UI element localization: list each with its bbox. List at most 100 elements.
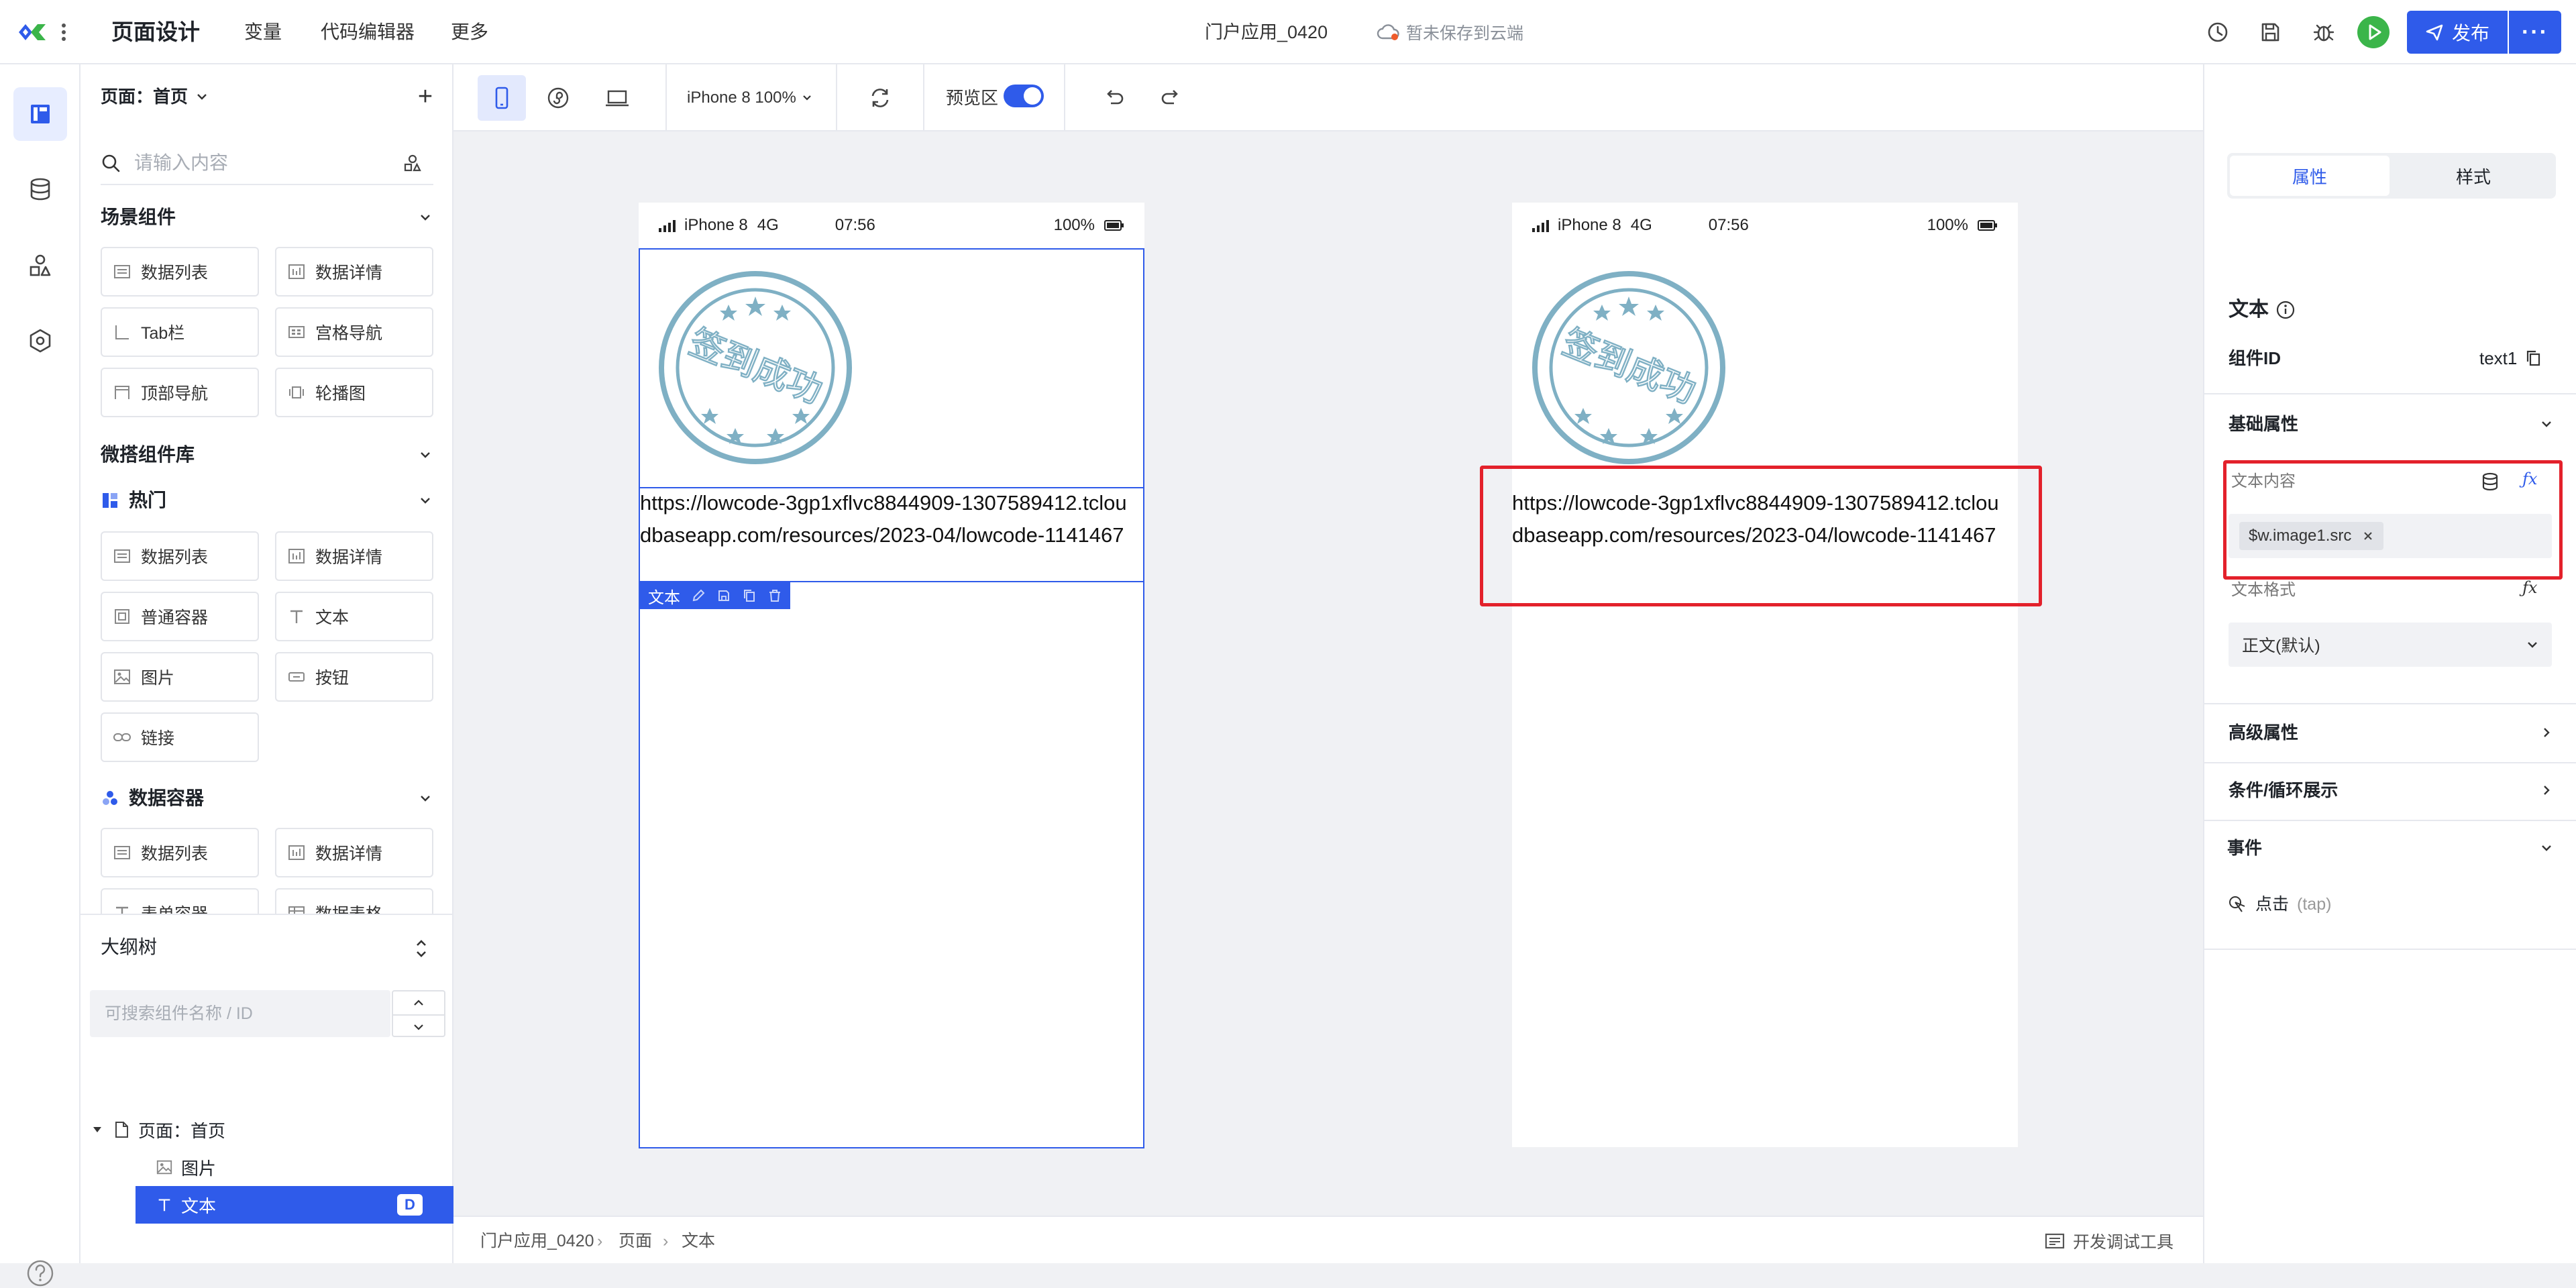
component-image[interactable]: 图片: [101, 652, 259, 702]
delete-icon[interactable]: [767, 588, 782, 603]
section-advanced-props[interactable]: 高级属性: [2229, 719, 2298, 746]
image-icon: [156, 1159, 173, 1176]
refresh-button[interactable]: [856, 75, 904, 121]
tab-styles[interactable]: 样式: [2394, 156, 2553, 196]
chevron-down-icon[interactable]: [412, 439, 439, 471]
redo-button[interactable]: [1147, 75, 1195, 121]
section-scene-components[interactable]: 场景组件: [101, 201, 176, 233]
component-label: 文本: [315, 608, 350, 627]
copy-icon[interactable]: [742, 588, 757, 603]
component-data-table[interactable]: 数据表格: [275, 888, 433, 914]
breadcrumb-app[interactable]: 门户应用_0420: [480, 1230, 594, 1252]
tree-node-image[interactable]: 图片: [136, 1148, 445, 1186]
fx-expression-icon[interactable]: ƒx: [2522, 578, 2549, 602]
component-button[interactable]: 按钮: [275, 652, 433, 702]
info-icon[interactable]: [2275, 300, 2296, 320]
component-data-list[interactable]: 数据列表: [101, 828, 259, 877]
menu-more[interactable]: 更多: [451, 19, 488, 46]
status-battery: 100%: [1927, 216, 1968, 234]
tab-properties[interactable]: 属性: [2230, 156, 2390, 196]
devtools-label: 开发调试工具: [2073, 1233, 2174, 1252]
component-data-detail[interactable]: 数据详情: [275, 828, 433, 877]
undo-button[interactable]: [1089, 75, 1138, 121]
component-type-icon[interactable]: [402, 153, 423, 173]
device-mobile-button[interactable]: [478, 75, 526, 121]
chevron-down-icon[interactable]: [2534, 835, 2559, 861]
toolbar-component-name: 文本: [648, 588, 680, 607]
component-link[interactable]: 链接: [101, 712, 259, 762]
rail-settings-button[interactable]: [13, 314, 67, 368]
rail-components-button[interactable]: [13, 87, 67, 141]
component-data-list[interactable]: 数据列表: [101, 531, 259, 581]
section-condition-loop[interactable]: 条件/循环展示: [2229, 777, 2338, 804]
breadcrumb-page[interactable]: 页面: [619, 1230, 652, 1252]
component-form-container[interactable]: 表单容器: [101, 888, 259, 914]
page-selector[interactable]: 页面：首页: [101, 82, 208, 111]
divider: [2204, 762, 2576, 763]
component-data-list[interactable]: 数据列表: [101, 247, 259, 297]
app-logo-icon[interactable]: [16, 19, 50, 46]
debug-bug-icon[interactable]: [2312, 20, 2336, 44]
device-zoom-select[interactable]: iPhone 8 100%: [687, 85, 812, 111]
save-icon[interactable]: [716, 588, 731, 603]
component-carousel[interactable]: 轮播图: [275, 368, 433, 417]
section-events[interactable]: 事件: [2227, 835, 2262, 861]
detail-icon: [287, 547, 306, 566]
component-text[interactable]: 文本: [275, 592, 433, 641]
chevron-up-icon[interactable]: [393, 991, 444, 1014]
section-weda-library[interactable]: 微搭组件库: [101, 439, 195, 471]
tree-node-badge: D: [397, 1194, 423, 1216]
menu-variables[interactable]: 变量: [244, 19, 282, 46]
section-popular[interactable]: 热门: [101, 484, 166, 517]
component-top-nav[interactable]: 顶部导航: [101, 368, 259, 417]
rail-database-button[interactable]: [13, 162, 67, 216]
chevron-down-icon[interactable]: [412, 201, 439, 233]
outline-search-input[interactable]: [103, 1003, 374, 1024]
component-data-detail[interactable]: 数据详情: [275, 247, 433, 297]
component-tab-bar[interactable]: Tab栏: [101, 307, 259, 357]
chevron-down-icon[interactable]: [412, 782, 439, 814]
component-id: text1: [2479, 345, 2542, 372]
edit-icon[interactable]: [691, 588, 706, 603]
section-data-containers[interactable]: 数据容器: [101, 782, 204, 814]
preview-toggle[interactable]: [1004, 85, 1044, 107]
text-icon: [287, 607, 306, 626]
copy-icon[interactable]: [2525, 349, 2542, 368]
chevron-right-icon[interactable]: [2534, 777, 2559, 804]
rail-assets-button[interactable]: [13, 239, 67, 292]
app-menu-icon[interactable]: [59, 19, 68, 46]
chevron-right-icon[interactable]: [2534, 719, 2559, 746]
property-panel: 属性 样式 文本 组件ID text1 基础属性 文本内容 ƒx $w.imag…: [2203, 64, 2576, 1263]
chevron-down-icon[interactable]: [2534, 411, 2559, 437]
breadcrumb-text[interactable]: 文本: [682, 1230, 715, 1252]
component-grid-nav[interactable]: 宫格导航: [275, 307, 433, 357]
component-data-detail[interactable]: 数据详情: [275, 531, 433, 581]
container-icon: [113, 607, 131, 626]
text-format-select[interactable]: 正文(默认): [2229, 623, 2552, 667]
device-desktop-button[interactable]: [593, 75, 641, 121]
event-tap[interactable]: 点击 (tap): [2227, 891, 2331, 918]
section-basic-props[interactable]: 基础属性: [2229, 411, 2298, 437]
section-data-containers-title: 数据容器: [129, 788, 205, 808]
tree-node-text-selected[interactable]: 文本 D: [136, 1186, 453, 1224]
run-preview-button[interactable]: [2357, 16, 2390, 48]
text-component-url[interactable]: https://lowcode-3gp1xflvc8844909-1307589…: [640, 487, 1136, 551]
history-icon[interactable]: [2206, 20, 2230, 44]
chevron-down-icon[interactable]: [393, 1014, 444, 1038]
publish-button[interactable]: 发布: [2407, 11, 2508, 54]
devtools-button[interactable]: 开发调试工具: [2045, 1228, 2174, 1254]
component-search-input[interactable]: [133, 152, 390, 174]
expand-collapse-icon[interactable]: [408, 935, 435, 962]
component-container[interactable]: 普通容器: [101, 592, 259, 641]
save-icon[interactable]: [2258, 20, 2282, 44]
image-icon: [113, 667, 131, 686]
caret-down-icon[interactable]: [90, 1122, 105, 1137]
popular-icon: [101, 491, 119, 510]
menu-code-editor[interactable]: 代码编辑器: [321, 19, 415, 46]
publish-more-button[interactable]: ···: [2509, 11, 2561, 54]
tree-node-page[interactable]: 页面：首页: [90, 1111, 445, 1148]
chevron-down-icon[interactable]: [412, 484, 439, 517]
status-time: 07:56: [1708, 216, 1749, 234]
device-miniprogram-button[interactable]: [534, 75, 582, 121]
add-page-button[interactable]: +: [412, 82, 439, 111]
